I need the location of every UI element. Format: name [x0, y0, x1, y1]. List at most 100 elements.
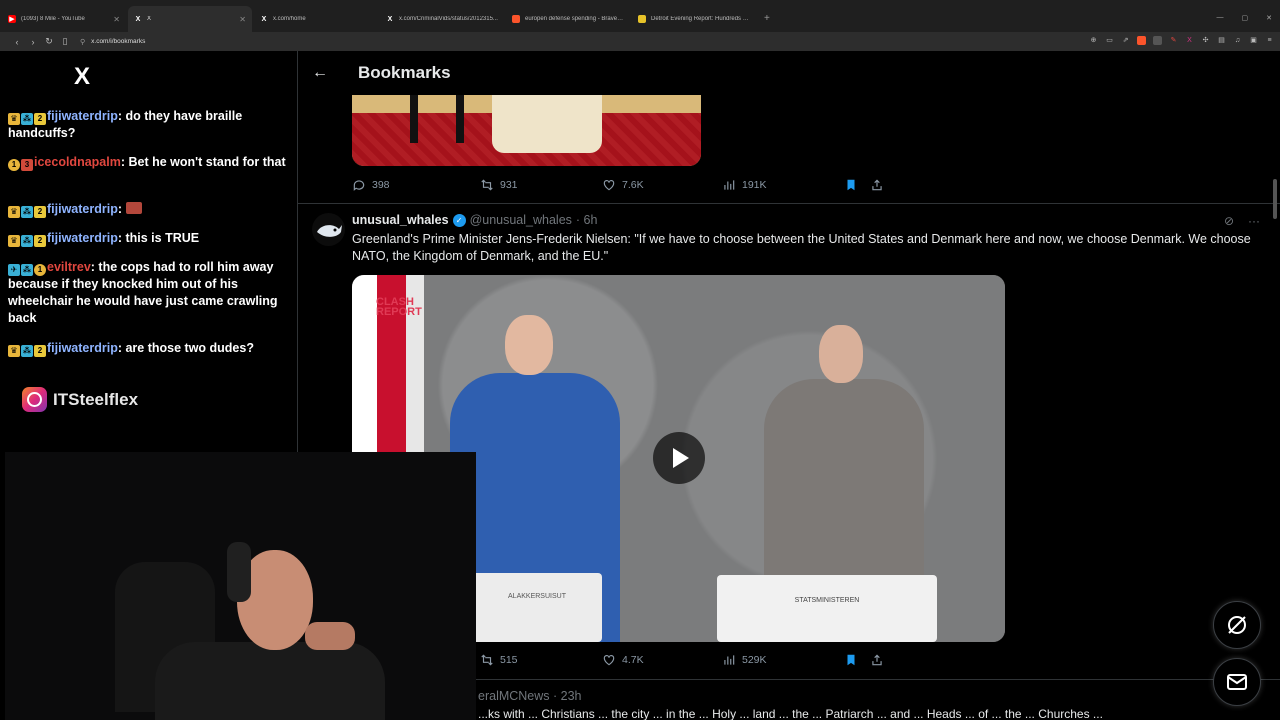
share-button[interactable]	[870, 178, 884, 192]
view-count: 191K	[742, 179, 767, 191]
address-bar[interactable]: ⚲ x.com/i/bookmarks	[80, 38, 145, 46]
chat-text: : Bet he won't stand for that	[120, 155, 286, 169]
browser-tab-x-home[interactable]: X x.com/home	[254, 6, 378, 32]
tweet-media-image[interactable]	[352, 95, 701, 166]
browser-tab-detroit[interactable]: Detroit Evening Report: Hundreds in...	[632, 6, 756, 32]
share-button[interactable]	[870, 653, 884, 667]
feed-scrollbar[interactable]	[1272, 51, 1279, 720]
heart-icon	[603, 180, 615, 191]
tab-title: x.com/CriminalVids/status/2012315...	[399, 16, 498, 22]
sidebar-icon[interactable]: ▤	[1217, 36, 1226, 45]
chat-username[interactable]: icecoldnapalm	[34, 155, 121, 169]
bookmark-page-icon[interactable]: ▯	[58, 36, 72, 47]
wallet-icon[interactable]: ▣	[1249, 36, 1258, 45]
tweet-display-name[interactable]: unusual_whales	[352, 213, 449, 227]
window-controls: — ▢ ✕	[1217, 14, 1273, 22]
webcam-overlay	[5, 452, 476, 720]
chat-username[interactable]: fijiwaterdrip	[47, 202, 118, 216]
browser-tab-youtube[interactable]: ▶ (1093) 8 Mile - YouTube ✕	[2, 6, 126, 32]
media-icon[interactable]: ♫	[1233, 36, 1242, 45]
grok-icon	[1228, 616, 1246, 634]
like-button[interactable]: 7.6K	[602, 178, 722, 192]
back-icon[interactable]: ‹	[10, 37, 24, 47]
analytics-icon	[724, 655, 735, 665]
instagram-handle: ITSteelflex	[53, 389, 139, 409]
reply-button[interactable]: 398	[352, 178, 480, 192]
bookmark-button[interactable]	[844, 653, 870, 667]
browser-tab-brave-search[interactable]: europen defense spending - Brave S...	[506, 6, 630, 32]
views-button[interactable]: 191K	[722, 178, 844, 192]
extensions-bar: ⊕ ▭ ⇗ ✎ X ✣ ▤ ♫ ▣ ≡	[1089, 36, 1274, 45]
x-icon: X	[261, 15, 267, 23]
chat-badges: ♛ ⁂ 2	[8, 235, 46, 247]
reply-icon	[353, 180, 365, 191]
messages-button[interactable]	[1213, 658, 1261, 706]
chat-username[interactable]: fijiwaterdrip	[47, 109, 118, 123]
tweet-handle[interactable]: @unusual_whales	[470, 213, 572, 227]
image-detail	[492, 95, 602, 153]
avatar[interactable]	[312, 213, 345, 246]
share-icon[interactable]: ⇗	[1121, 36, 1130, 45]
chat-message: ✈ ⁂ 1 eviltrev: the cops had to roll him aw…	[8, 259, 292, 327]
chat-message: ♛ ⁂ 2 fijiwaterdrip: do they have braille h…	[8, 108, 292, 142]
extension-icon[interactable]: ✎	[1169, 36, 1178, 45]
verified-badge-icon: ✓	[452, 213, 466, 227]
tweet-text: Greenland's Prime Minister Jens-Frederik…	[352, 232, 1251, 263]
chat-username[interactable]: fijiwaterdrip	[47, 341, 118, 355]
close-tab-icon[interactable]: ✕	[239, 15, 246, 24]
more-icon[interactable]: ···	[1248, 214, 1260, 228]
repost-count: 515	[500, 654, 518, 666]
share-icon	[872, 654, 882, 666]
mail-icon	[1227, 674, 1247, 690]
extension-icon[interactable]	[1153, 36, 1162, 45]
x-extension-icon[interactable]: X	[1185, 36, 1194, 45]
scrollbar-thumb[interactable]	[1273, 179, 1277, 219]
close-window-icon[interactable]: ✕	[1266, 14, 1272, 22]
repost-button[interactable]: 931	[480, 178, 602, 192]
repost-count: 931	[500, 179, 518, 191]
heart-icon	[603, 655, 615, 666]
forward-icon[interactable]: ›	[26, 37, 40, 47]
maximize-icon[interactable]: ▢	[1242, 14, 1249, 22]
puzzle-icon[interactable]: ✣	[1201, 36, 1210, 45]
chat-username[interactable]: eviltrev	[47, 260, 91, 274]
views-button[interactable]: 529K	[722, 653, 844, 667]
x-logo[interactable]: X	[74, 63, 90, 91]
instagram-overlay: ITSteelflex	[22, 387, 138, 412]
webcam-detail	[155, 642, 385, 720]
reply-count: 398	[372, 179, 390, 191]
menu-icon[interactable]: ≡	[1265, 36, 1274, 45]
like-button[interactable]: 4.7K	[602, 653, 722, 667]
image-detail	[456, 95, 464, 143]
minimize-icon[interactable]: —	[1217, 14, 1224, 22]
tweet-time[interactable]: · 6h	[576, 213, 598, 227]
back-arrow-icon[interactable]: ←	[312, 64, 342, 82]
chat-username[interactable]: fijiwaterdrip	[47, 231, 118, 245]
chat-text: :	[117, 202, 123, 216]
zoom-icon[interactable]: ⊕	[1089, 36, 1098, 45]
podium-left: ALAKKERSUISUT	[472, 573, 602, 642]
browser-tab-x[interactable]: X X ✕	[128, 6, 252, 32]
site-info-icon[interactable]: ⚲	[80, 38, 85, 46]
tweet-actions: 398 931 7.6K 191K	[352, 178, 884, 192]
repost-button[interactable]: 515	[480, 653, 602, 667]
brave-search-icon	[512, 15, 520, 23]
cast-icon[interactable]: ▭	[1105, 36, 1114, 45]
grok-button[interactable]	[1213, 601, 1261, 649]
tweet-divider	[298, 203, 1280, 204]
bookmark-button[interactable]	[844, 178, 870, 192]
reload-icon[interactable]: ↻	[42, 36, 56, 47]
play-button-icon[interactable]	[653, 432, 705, 484]
chat-message: ♛ ⁂ 2 fijiwaterdrip:	[8, 201, 292, 218]
close-tab-icon[interactable]: ✕	[113, 15, 120, 24]
new-tab-button[interactable]: +	[764, 6, 770, 32]
chat-badges: ✈ ⁂ 1	[8, 264, 46, 276]
chat-emote	[125, 202, 142, 214]
grok-icon[interactable]: ⊘	[1224, 214, 1234, 228]
analytics-icon	[724, 180, 735, 190]
view-count: 529K	[742, 654, 767, 666]
brave-shield-icon[interactable]	[1137, 36, 1146, 45]
browser-tab-criminalvids[interactable]: X x.com/CriminalVids/status/2012315...	[380, 6, 504, 32]
chat-message: ♛ ⁂ 2 fijiwaterdrip: are those two dudes?	[8, 340, 292, 357]
next-tweet-header[interactable]: eralMCNews · 23h	[478, 689, 582, 703]
